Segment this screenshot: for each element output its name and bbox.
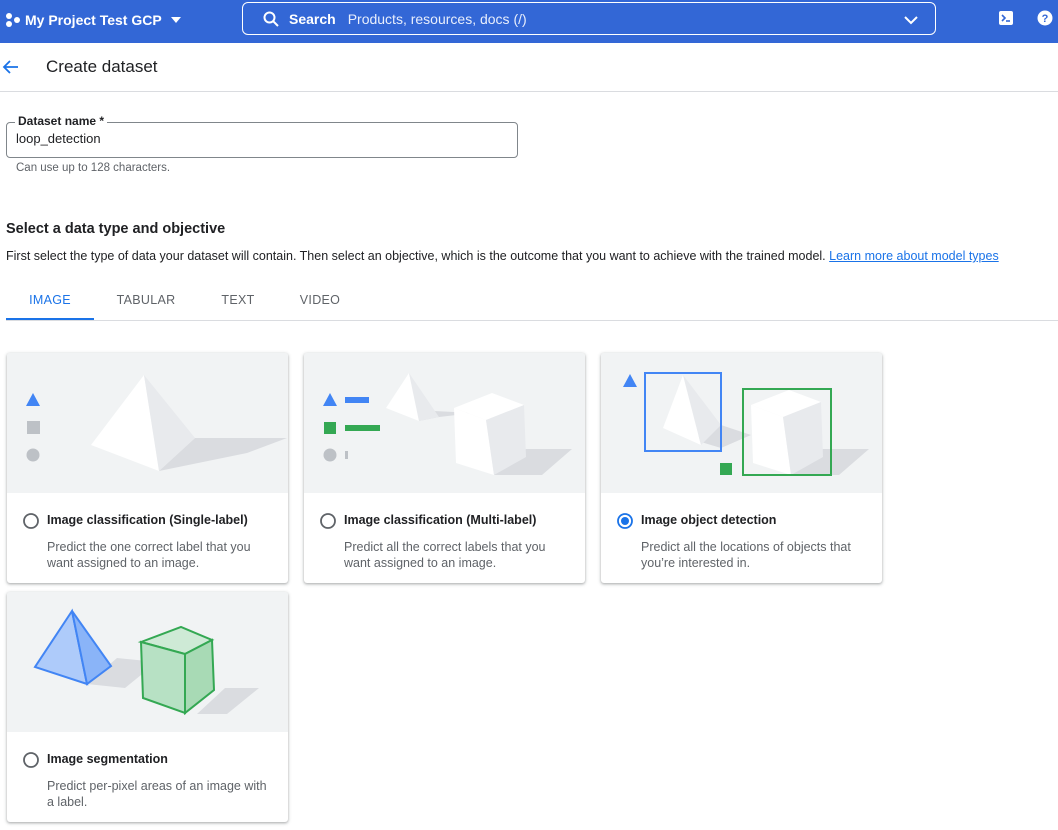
card-title: Image classification (Multi-label) <box>344 513 537 527</box>
card-description: Predict per-pixel areas of an image with… <box>47 779 267 809</box>
objective-card-multi-label[interactable]: Image classification (Multi-label) Predi… <box>304 353 585 583</box>
radio-single-label[interactable] <box>23 513 39 529</box>
dataset-name-input[interactable] <box>16 131 496 146</box>
card-description: Predict the one correct label that you w… <box>47 540 251 570</box>
search-bar[interactable]: Search Products, resources, docs (/) <box>242 2 936 35</box>
objective-card-object-detection[interactable]: Image object detection Predict all the l… <box>601 353 882 583</box>
tab-video[interactable]: VIDEO <box>290 282 350 318</box>
back-arrow-icon[interactable] <box>2 58 20 76</box>
project-selector[interactable]: My Project Test GCP <box>5 0 182 40</box>
section-title: Select a data type and objective <box>6 221 226 237</box>
segmentation-illustration <box>7 592 288 732</box>
square-label-icon <box>27 421 40 434</box>
dataset-name-label: Dataset name * <box>15 114 108 128</box>
card-title: Image object detection <box>641 513 777 527</box>
dataset-name-field[interactable]: Dataset name * <box>6 114 518 158</box>
search-label: Search <box>289 10 336 27</box>
svg-text:?: ? <box>1042 13 1049 25</box>
project-name: My Project Test GCP <box>25 12 162 28</box>
tab-tabular[interactable]: TABULAR <box>106 282 186 318</box>
tab-image[interactable]: IMAGE <box>6 282 94 320</box>
search-placeholder: Products, resources, docs (/) <box>347 10 527 27</box>
objective-card-single-label[interactable]: Image classification (Single-label) Pred… <box>7 353 288 583</box>
chevron-down-icon[interactable] <box>903 12 919 28</box>
help-icon[interactable]: ? <box>1037 10 1053 26</box>
dataset-name-helper: Can use up to 128 characters. <box>16 162 171 174</box>
multi-label-illustration <box>304 353 585 493</box>
cloud-shell-icon[interactable] <box>998 10 1014 26</box>
caret-down-icon <box>170 17 181 23</box>
page-header: Create dataset <box>0 43 1058 92</box>
circle-label-icon <box>26 448 40 462</box>
search-icon <box>263 11 279 27</box>
page-title: Create dataset <box>46 57 158 76</box>
section-description-text: First select the type of data your datas… <box>6 249 826 263</box>
learn-more-link[interactable]: Learn more about model types <box>829 249 999 263</box>
card-title: Image classification (Single-label) <box>47 513 248 527</box>
card-description: Predict all the correct labels that you … <box>344 540 546 570</box>
project-dots-icon <box>6 13 20 27</box>
section-description: First select the type of data your datas… <box>6 249 999 263</box>
card-title: Image segmentation <box>47 752 168 766</box>
object-detection-illustration <box>601 353 882 493</box>
radio-multi-label[interactable] <box>320 513 336 529</box>
single-label-illustration <box>7 353 288 493</box>
radio-segmentation[interactable] <box>23 752 39 768</box>
top-bar: My Project Test GCP Search Products, res… <box>0 0 1058 43</box>
data-type-tabs: IMAGE TABULAR TEXT VIDEO <box>6 282 1058 321</box>
tab-text[interactable]: TEXT <box>210 282 266 318</box>
card-description: Predict all the locations of objects tha… <box>641 540 851 570</box>
objective-card-segmentation[interactable]: Image segmentation Predict per-pixel are… <box>7 592 288 822</box>
radio-object-detection[interactable] <box>617 513 633 529</box>
